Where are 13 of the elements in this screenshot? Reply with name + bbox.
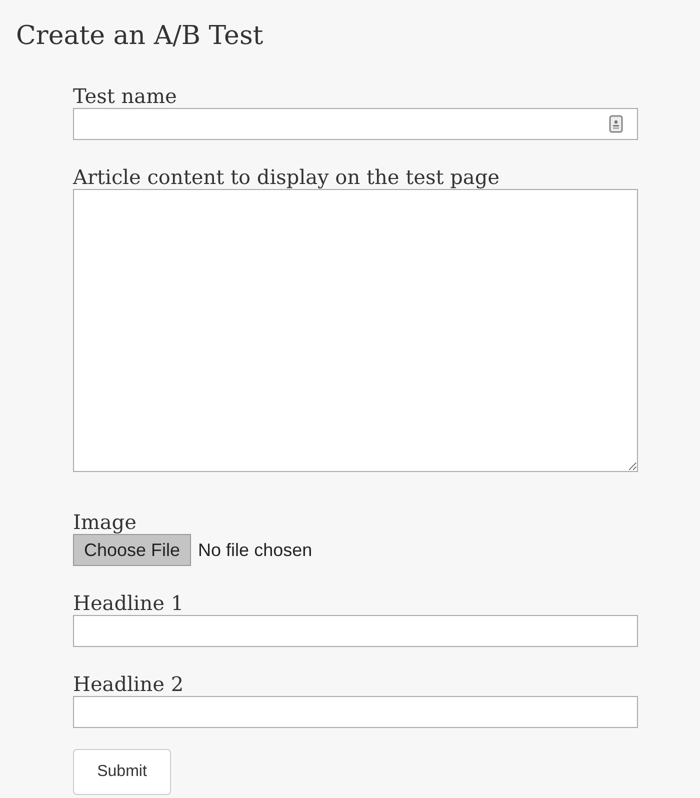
submit-button[interactable]: Submit — [73, 749, 171, 795]
file-status: No file chosen — [198, 538, 312, 562]
page-title: Create an A/B Test — [16, 20, 264, 53]
field-label: Headline 2 — [73, 672, 184, 696]
text-field[interactable] — [73, 615, 638, 647]
contact-card-icon[interactable] — [609, 115, 623, 133]
field-label: Article content to display on the test page — [73, 165, 500, 189]
field-label: Test name — [73, 84, 177, 108]
text-field[interactable] — [73, 108, 638, 140]
field-label: Image — [73, 510, 136, 534]
choose-file-button[interactable]: Choose File — [73, 534, 192, 566]
field-label: Headline 1 — [73, 591, 184, 615]
text-field[interactable] — [73, 696, 638, 728]
